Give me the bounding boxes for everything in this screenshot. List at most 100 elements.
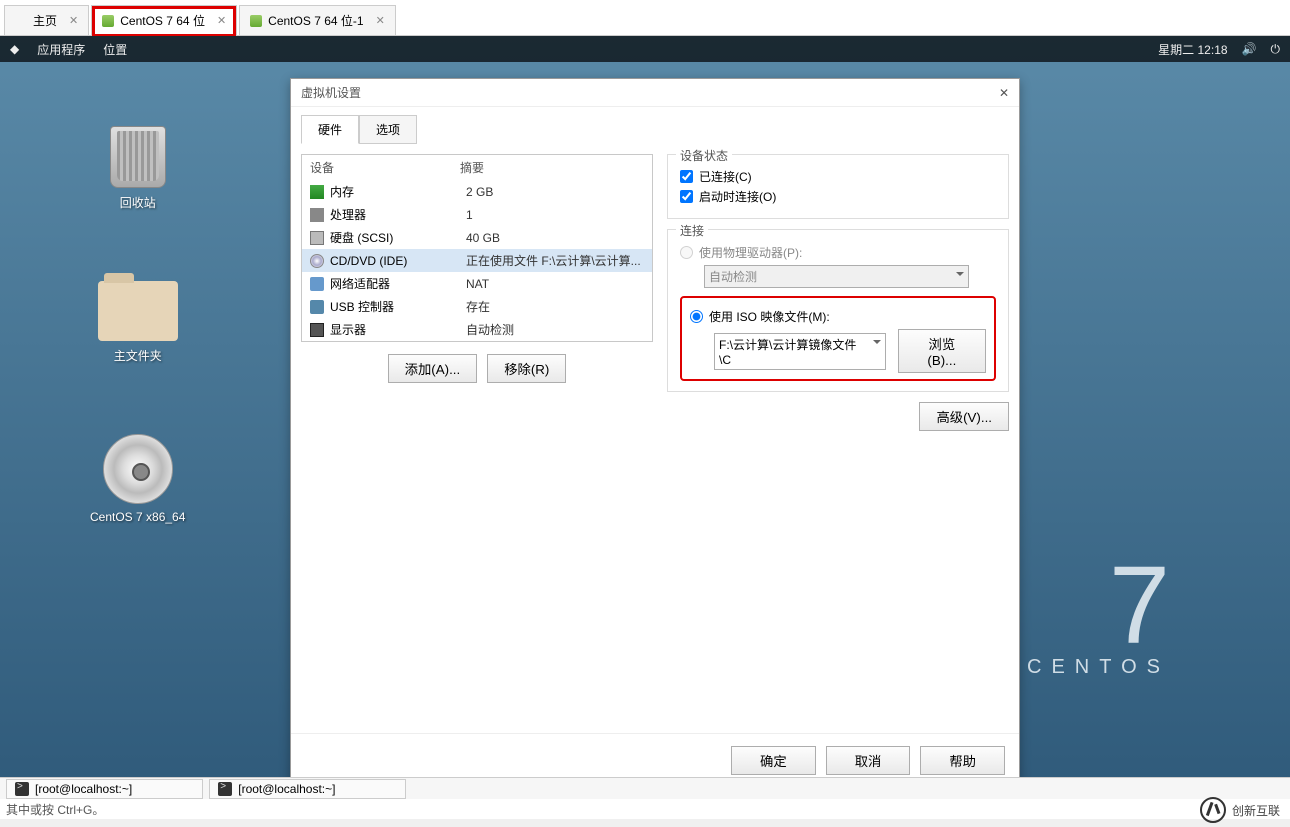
device-name: 处理器 — [330, 206, 366, 223]
chk-connected-input[interactable] — [680, 170, 693, 183]
hardware-row[interactable]: 处理器 1 — [302, 203, 652, 226]
volume-icon[interactable]: ⏻ — [1271, 42, 1281, 57]
clock-label[interactable]: 星期二 12:18 — [1158, 41, 1227, 58]
device-name: 内存 — [330, 183, 354, 200]
device-summary: 自动检测 — [466, 321, 644, 338]
menu-places[interactable]: 位置 — [103, 41, 127, 58]
chk-connected-label: 已连接(C) — [699, 168, 752, 185]
hardware-header: 设备 摘要 — [302, 155, 652, 180]
device-summary: 存在 — [466, 298, 644, 315]
host-taskbar: [root@localhost:~] [root@localhost:~] — [0, 777, 1290, 799]
checkbox-connect-at-start[interactable]: 启动时连接(O) — [680, 188, 996, 205]
device-summary: 1 — [466, 208, 644, 222]
tab-vm-2-label: CentOS 7 64 位-1 — [268, 12, 363, 29]
desktop-icons: 回收站 主文件夹 CentOS 7 x86_64 — [90, 126, 185, 524]
checkbox-connected[interactable]: 已连接(C) — [680, 168, 996, 185]
hardware-row[interactable]: 网络适配器 NAT — [302, 272, 652, 295]
device-name: 硬盘 (SCSI) — [330, 229, 393, 246]
cancel-button[interactable]: 取消 — [826, 746, 911, 775]
desktop-icon-home[interactable]: 主文件夹 — [98, 281, 178, 364]
col-summary: 摘要 — [460, 159, 644, 176]
trash-icon — [110, 126, 166, 188]
centos-branding: 7 CENTOS — [1027, 562, 1170, 679]
remove-button[interactable]: 移除(R) — [487, 354, 566, 383]
tab-vm-1-label: CentOS 7 64 位 — [120, 12, 205, 29]
iso-section-highlight: 使用 ISO 映像文件(M): F:\云计算\云计算镜像文件\C 浏览(B)..… — [680, 296, 996, 381]
desktop-icon-trash[interactable]: 回收站 — [110, 126, 166, 211]
device-summary: NAT — [466, 277, 644, 291]
device-name: 网络适配器 — [330, 275, 390, 292]
add-button[interactable]: 添加(A)... — [388, 354, 478, 383]
radio-iso[interactable] — [690, 310, 703, 323]
radio-iso-label: 使用 ISO 映像文件(M): — [709, 308, 830, 325]
ok-button[interactable]: 确定 — [731, 746, 816, 775]
device-summary: 正在使用文件 F:\云计算\云计算... — [466, 252, 644, 269]
col-device: 设备 — [310, 159, 460, 176]
hardware-row[interactable]: 内存2 GB — [302, 180, 652, 203]
tab-options[interactable]: 选项 — [359, 115, 417, 144]
cdrom-label: CentOS 7 x86_64 — [90, 510, 185, 524]
tab-vm-1[interactable]: CentOS 7 64 位 ✕ — [91, 5, 237, 35]
cdrom-icon — [103, 434, 173, 504]
folder-icon — [98, 281, 178, 341]
legend-status: 设备状态 — [676, 147, 732, 164]
hardware-row[interactable]: 显示器 自动检测 — [302, 318, 652, 341]
group-connection: 连接 使用物理驱动器(P): 自动检测 使用 ISO 映像文件(M): — [667, 229, 1009, 392]
trash-label: 回收站 — [120, 194, 156, 211]
device-icon — [310, 208, 324, 222]
hardware-row[interactable]: USB 控制器 存在 — [302, 295, 652, 318]
vm-desktop: ◆ 应用程序 位置 星期二 12:18 🔊 ⏻ 回收站 主文件夹 CentOS … — [0, 36, 1290, 799]
brand-logo-icon — [1200, 797, 1226, 823]
chk-connect-start-input[interactable] — [680, 190, 693, 203]
dialog-tabs: 硬件 选项 — [291, 107, 1019, 144]
brand-text: 创新互联 — [1232, 802, 1280, 819]
physical-drive-select: 自动检测 — [704, 265, 969, 288]
group-device-status: 设备状态 已连接(C) 启动时连接(O) — [667, 154, 1009, 219]
device-icon — [310, 231, 324, 245]
tab-hardware[interactable]: 硬件 — [301, 115, 359, 144]
close-icon[interactable]: ✕ — [376, 14, 385, 27]
task-terminal-1[interactable]: [root@localhost:~] — [6, 779, 203, 799]
hardware-row[interactable]: 硬盘 (SCSI) 40 GB — [302, 226, 652, 249]
home-label: 主文件夹 — [114, 347, 162, 364]
device-icon — [310, 323, 324, 337]
advanced-button[interactable]: 高级(V)... — [919, 402, 1009, 431]
vm-icon — [102, 15, 114, 27]
centos-name: CENTOS — [1027, 656, 1170, 679]
status-bar: 其中或按 Ctrl+G。 — [0, 799, 1290, 819]
vm-icon — [250, 15, 262, 27]
tab-vm-2[interactable]: CentOS 7 64 位-1 ✕ — [239, 5, 396, 35]
vmware-tab-bar: 主页 ✕ CentOS 7 64 位 ✕ CentOS 7 64 位-1 ✕ — [0, 0, 1290, 36]
close-icon[interactable]: ✕ — [69, 14, 78, 27]
desktop-icon-cdrom[interactable]: CentOS 7 x86_64 — [90, 434, 185, 524]
device-icon — [310, 254, 324, 268]
task-label-2: [root@localhost:~] — [238, 782, 335, 796]
radio-iso-row[interactable]: 使用 ISO 映像文件(M): — [690, 308, 986, 325]
hardware-row[interactable]: CD/DVD (IDE) 正在使用文件 F:\云计算\云计算... — [302, 249, 652, 272]
centos-seven: 7 — [1027, 562, 1170, 650]
chk-connect-start-label: 启动时连接(O) — [699, 188, 776, 205]
radio-physical-row[interactable]: 使用物理驱动器(P): — [680, 244, 996, 261]
dialog-titlebar: 虚拟机设置 ✕ — [291, 79, 1019, 107]
task-label-1: [root@localhost:~] — [35, 782, 132, 796]
device-icon — [310, 277, 324, 291]
browse-button[interactable]: 浏览(B)... — [898, 329, 986, 373]
vm-settings-dialog: 虚拟机设置 ✕ 硬件 选项 设备 摘要 内存2 GB 处理器 1 硬盘 (SCSI) 4… — [290, 78, 1020, 788]
brand-watermark: 创新互联 — [1200, 797, 1280, 823]
task-terminal-2[interactable]: [root@localhost:~] — [209, 779, 406, 799]
device-icon — [310, 300, 324, 314]
help-button[interactable]: 帮助 — [920, 746, 1005, 775]
device-name: USB 控制器 — [330, 298, 394, 315]
close-icon[interactable]: ✕ — [217, 14, 226, 27]
close-icon[interactable]: ✕ — [999, 86, 1009, 100]
device-name: CD/DVD (IDE) — [330, 254, 407, 268]
terminal-icon — [15, 782, 29, 796]
iso-path-select[interactable]: F:\云计算\云计算镜像文件\C — [714, 333, 886, 370]
terminal-icon — [218, 782, 232, 796]
radio-physical-label: 使用物理驱动器(P): — [699, 244, 802, 261]
network-icon[interactable]: 🔊 — [1242, 42, 1257, 56]
device-name: 显示器 — [330, 321, 366, 338]
device-summary: 40 GB — [466, 231, 644, 245]
menu-applications[interactable]: 应用程序 — [37, 41, 85, 58]
tab-home[interactable]: 主页 ✕ — [4, 5, 89, 35]
